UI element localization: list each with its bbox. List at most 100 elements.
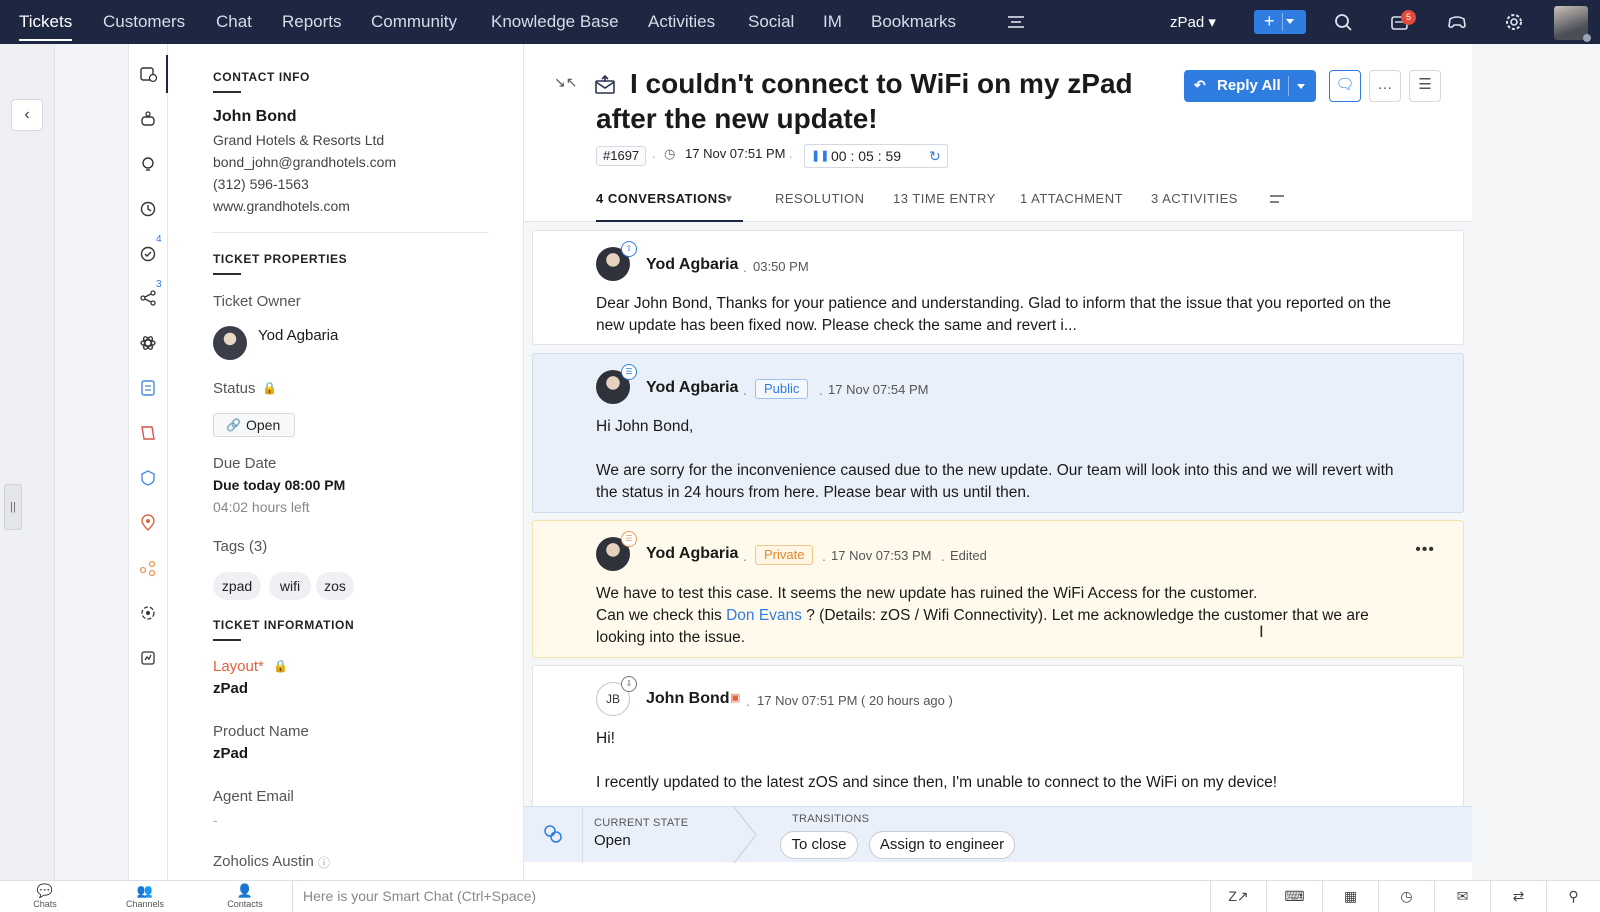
chat-icon[interactable]: ✉ [1434,881,1490,912]
lock-icon: 🔒 [262,381,277,395]
reply-dropdown-caret[interactable] [1297,84,1305,89]
refresh-icon[interactable]: ↻ [929,145,941,167]
conversation-item[interactable]: ☰ Yod Agbaria . Private . 17 Nov 07:53 P… [532,520,1464,658]
comment-button[interactable]: 🗨 [1329,70,1361,102]
contact-email[interactable]: bond_john@grandhotels.com [213,154,396,170]
shield-app-icon[interactable] [138,468,158,488]
location-pin-icon[interactable] [138,513,158,533]
channels-label: Channels [125,899,165,909]
conversation-author[interactable]: John Bond [646,690,730,708]
nav-tab-reports[interactable]: Reports [282,12,342,32]
caret-down-icon[interactable] [1286,19,1294,24]
layout-value[interactable]: zPad [213,680,248,697]
lock-icon: 🔒 [273,659,288,673]
separator-dot: . [941,548,945,564]
due-date-value[interactable]: Due today 08:00 PM [213,477,345,493]
contacts-shortcut[interactable]: 👤 Contacts [210,883,280,909]
conversation-time: 03:50 PM [753,259,809,274]
report-app-icon[interactable] [138,648,158,668]
book-app-icon[interactable] [138,423,158,443]
ticket-owner-name[interactable]: Yod Agbaria [258,327,338,344]
conversation-item[interactable]: ☰ Yod Agbaria . Public . 17 Nov 07:54 PM… [532,353,1464,513]
product-name-value[interactable]: zPad [213,745,248,762]
nav-tab-social[interactable]: Social [748,12,794,32]
new-item-button[interactable]: + [1254,10,1306,34]
reply-all-button[interactable]: ↶ Reply All [1184,70,1316,102]
lightbulb-icon[interactable] [138,154,158,174]
caret-down-icon: ▾ [1208,14,1216,31]
conversation-item[interactable]: ⇧ Yod Agbaria . 03:50 PM Dear John Bond,… [532,230,1464,345]
form-app-icon[interactable] [138,378,158,398]
tab-time-entry[interactable]: 13 TIME ENTRY [893,191,996,206]
bottom-search-icon[interactable]: ⚲ [1546,881,1600,912]
more-options-button[interactable]: … [1369,70,1401,102]
tag-chip[interactable]: zos [316,572,354,600]
tabs-more-icon[interactable] [1268,192,1286,208]
pause-icon[interactable]: ❚❚ [811,145,829,167]
more-menu-icon[interactable] [1005,11,1027,33]
agent-email-value[interactable]: - [213,812,218,828]
body-text: Can we check this [596,607,727,624]
conversation-author[interactable]: Yod Agbaria [646,379,738,397]
chats-label: Chats [33,899,57,909]
smart-chat-input[interactable]: Here is your Smart Chat (Ctrl+Space) [292,881,1210,912]
integration-app-icon[interactable] [138,603,158,623]
keyboard-icon[interactable]: ⌨ [1266,881,1322,912]
search-icon[interactable] [1332,11,1354,33]
history-icon[interactable] [138,199,158,219]
contact-info-icon[interactable] [138,64,158,84]
tag-chip[interactable]: wifi [269,572,311,600]
current-state-value: Open [594,832,631,849]
collapse-arrows-icon[interactable]: ↘↖ [554,74,577,91]
nav-tab-customers[interactable]: Customers [103,12,185,32]
layers-button[interactable]: ☰ [1409,70,1441,102]
department-selector[interactable]: zPad ▾ [1170,13,1216,31]
status-dropdown[interactable]: 🔗 Open [213,413,295,437]
to-close-transition-button[interactable]: To close [780,831,858,859]
conversation-author[interactable]: Yod Agbaria [646,256,738,274]
ticket-id[interactable]: #1697 [596,146,647,166]
chevron-down-icon[interactable]: ▼ [724,194,734,205]
back-button[interactable]: ‹ [11,99,43,131]
ticket-owner-label: Ticket Owner [213,293,301,310]
panel-collapse-handle[interactable]: || [4,484,22,530]
channels-shortcut[interactable]: 👥 Channels [110,883,180,909]
tab-conversations[interactable]: 4 CONVERSATIONS [596,191,727,206]
assign-to-engineer-button[interactable]: Assign to engineer [869,831,1015,859]
bot-icon[interactable] [138,109,158,129]
contact-website[interactable]: www.grandhotels.com [213,198,350,214]
ticket-timer[interactable]: ❚❚ 00 : 05 : 59 ↻ [804,144,948,168]
clock-icon[interactable]: ◷ [1378,881,1434,912]
transfer-icon[interactable]: ⇄ [1490,881,1546,912]
calendar-icon[interactable]: ▦ [1322,881,1378,912]
nav-tab-bookmarks[interactable]: Bookmarks [871,12,956,32]
nav-tab-activities[interactable]: Activities [648,12,715,32]
zia-icon[interactable]: Z↗ [1210,881,1266,912]
atom-icon[interactable] [138,333,158,353]
user-mention[interactable]: Don Evans [726,607,802,624]
conversation-item[interactable]: JB ⇩ John Bond ▣ . 17 Nov 07:51 PM ( 20 … [532,665,1464,818]
conversation-author[interactable]: Yod Agbaria [646,545,738,563]
chats-shortcut[interactable]: 💬 Chats [10,883,80,909]
contact-phone[interactable]: (312) 596-1563 [213,176,309,192]
contact-name[interactable]: John Bond [213,108,297,126]
nav-tab-knowledge-base[interactable]: Knowledge Base [491,12,619,32]
blueprint-icon [544,825,562,843]
conversation-body-line1: We have to test this case. It seems the … [596,585,1258,602]
tab-attachment[interactable]: 1 ATTACHMENT [1020,191,1123,206]
gamescope-icon[interactable] [1446,11,1468,33]
conversation-more-icon[interactable]: ••• [1415,541,1435,559]
nav-tab-chat[interactable]: Chat [216,12,252,32]
nav-tab-tickets[interactable]: Tickets [19,12,73,41]
nav-tab-community[interactable]: Community [371,12,457,32]
comment-icon: 🗨 [1335,76,1355,93]
tab-resolution[interactable]: RESOLUTION [775,191,865,206]
right-gutter [1472,44,1600,880]
tab-activities[interactable]: 3 ACTIVITIES [1151,191,1238,206]
workflow-app-icon[interactable] [138,558,158,578]
tasks-check-icon[interactable] [138,244,158,264]
tag-chip[interactable]: zpad [213,572,261,600]
share-icon[interactable] [138,288,158,308]
settings-gear-icon[interactable] [1503,11,1525,33]
nav-tab-im[interactable]: IM [823,12,842,32]
